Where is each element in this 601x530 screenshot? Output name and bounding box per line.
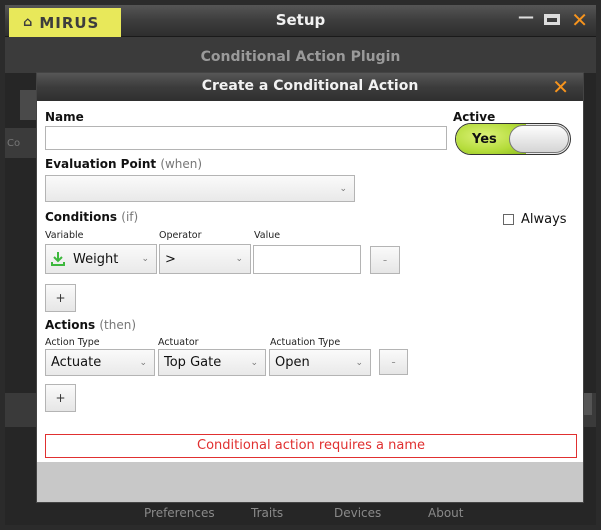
evaluation-point-select[interactable]: ⌄ (45, 175, 355, 202)
validation-error: Conditional action requires a name (45, 434, 577, 458)
add-condition-button[interactable]: + (45, 284, 76, 312)
chevron-down-icon: ⌄ (250, 357, 258, 368)
actions-text: Actions (45, 318, 96, 332)
actions-hint: (then) (99, 318, 137, 332)
dialog-title: Create a Conditional Action (201, 78, 419, 94)
evaluation-point-hint: (when) (160, 157, 203, 171)
chevron-down-icon: ⌄ (141, 254, 149, 264)
operator-select[interactable]: > ⌄ (159, 244, 251, 274)
active-toggle[interactable]: Yes (455, 123, 571, 155)
actuator-value: Top Gate (164, 355, 222, 370)
action-type-value: Actuate (51, 355, 102, 370)
conditions-hint: (if) (121, 210, 139, 224)
actions-label: Actions (then) (45, 318, 136, 332)
variable-col-label: Variable (45, 230, 84, 241)
operator-col-label: Operator (159, 230, 202, 241)
nav-devices[interactable]: Devices (334, 506, 381, 520)
actuation-type-value: Open (275, 355, 310, 370)
dialog-header: Create a Conditional Action ✕ (37, 73, 583, 101)
operator-value: > (165, 251, 176, 267)
window-title: Setup (275, 11, 326, 29)
evaluation-point-text: Evaluation Point (45, 157, 157, 171)
download-icon (51, 251, 65, 267)
always-checkbox[interactable]: Always (503, 212, 567, 227)
chevron-down-icon: ⌄ (139, 357, 147, 368)
actuator-select[interactable]: Top Gate ⌄ (158, 349, 266, 376)
name-label: Name (45, 110, 84, 124)
window-titlebar: ⌂ MIRUS Setup — ✕ (5, 5, 596, 37)
background-tab-label: Co (7, 138, 21, 149)
always-label: Always (521, 212, 567, 227)
chevron-down-icon: ⌄ (235, 254, 243, 264)
window-close-icon[interactable]: ✕ (571, 8, 588, 32)
actuator-col-label: Actuator (158, 337, 199, 348)
bottom-nav: Preferences Traits Devices About (5, 500, 596, 525)
remove-condition-button[interactable]: - (370, 246, 400, 274)
nav-traits[interactable]: Traits (251, 506, 283, 520)
toggle-knob (509, 125, 569, 153)
variable-select[interactable]: Weight ⌄ (45, 244, 157, 274)
checkbox-box (503, 214, 514, 225)
plugin-header: Conditional Action Plugin (5, 37, 596, 73)
value-col-label: Value (254, 230, 281, 241)
minimize-icon[interactable]: — (518, 7, 534, 26)
action-type-col-label: Action Type (45, 337, 100, 348)
actuation-type-col-label: Actuation Type (270, 337, 341, 348)
nav-preferences[interactable]: Preferences (144, 506, 215, 520)
chevron-down-icon: ⌄ (339, 183, 347, 194)
active-label: Active (453, 110, 496, 124)
chevron-down-icon: ⌄ (355, 357, 363, 368)
remove-action-button[interactable]: - (379, 349, 408, 375)
plugin-title: Conditional Action Plugin (200, 49, 401, 65)
add-action-button[interactable]: + (45, 384, 76, 412)
nav-about[interactable]: About (428, 506, 463, 520)
maximize-icon[interactable] (544, 14, 560, 25)
condition-value-input[interactable] (253, 245, 361, 274)
conditions-label: Conditions (if) (45, 210, 138, 224)
conditions-text: Conditions (45, 210, 118, 224)
dialog-close-icon[interactable]: ✕ (552, 75, 569, 99)
evaluation-point-label: Evaluation Point (when) (45, 157, 202, 171)
create-conditional-action-dialog: Create a Conditional Action ✕ Name Activ… (36, 72, 584, 503)
action-type-select[interactable]: Actuate ⌄ (45, 349, 155, 376)
dialog-footer (37, 462, 583, 502)
name-input[interactable] (45, 126, 447, 150)
actuation-type-select[interactable]: Open ⌄ (269, 349, 371, 376)
variable-value: Weight (73, 251, 119, 267)
